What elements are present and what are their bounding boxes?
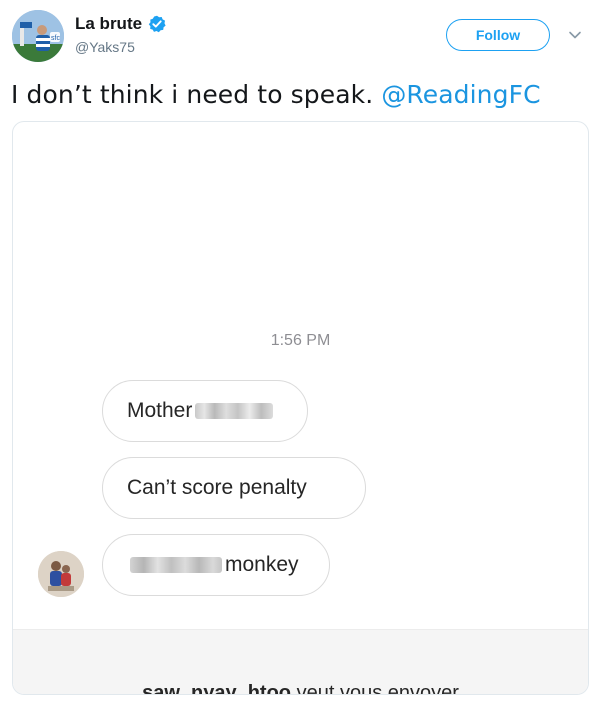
message-bubble: Mother <box>102 380 308 442</box>
attached-screenshot[interactable]: 1:56 PM Mother Can’t score penalty monke… <box>12 121 589 695</box>
message-text: monkey <box>225 553 299 576</box>
message-bubble: Can’t score penalty <box>102 457 366 519</box>
redacted-word <box>130 557 222 573</box>
author-display-name[interactable]: La brute <box>75 14 142 34</box>
mention-link[interactable]: @ReadingFC <box>381 80 540 109</box>
request-footer: saw_nyay_htoo veut vous envoyer <box>13 629 588 695</box>
sender-avatar <box>38 551 84 597</box>
request-caption: veut vous envoyer <box>291 682 459 695</box>
redacted-word <box>195 403 274 419</box>
message-text: Can’t score penalty <box>127 476 307 499</box>
requester-username: saw_nyay_htoo <box>142 682 292 695</box>
chevron-down-icon[interactable] <box>568 28 582 42</box>
avatar-image: sfc <box>12 10 64 62</box>
message-bubble: monkey <box>102 534 330 596</box>
svg-text:sfc: sfc <box>51 35 60 42</box>
tweet-card: sfc La brute @Yaks75 Follow I don’t thin… <box>0 0 600 710</box>
follow-button[interactable]: Follow <box>446 19 550 51</box>
tweet-text: I don’t think i need to speak. @ReadingF… <box>11 80 541 109</box>
message-text: Mother <box>127 399 193 422</box>
tweet-body: I don’t think i need to speak. <box>11 80 382 109</box>
author-handle[interactable]: @Yaks75 <box>75 39 135 55</box>
message-timestamp: 1:56 PM <box>270 332 331 349</box>
author-avatar[interactable]: sfc <box>12 10 64 62</box>
author-name-row: La brute <box>75 14 166 34</box>
message-request-text: saw_nyay_htoo veut vous envoyer <box>13 682 588 695</box>
verified-badge-icon <box>148 15 166 33</box>
